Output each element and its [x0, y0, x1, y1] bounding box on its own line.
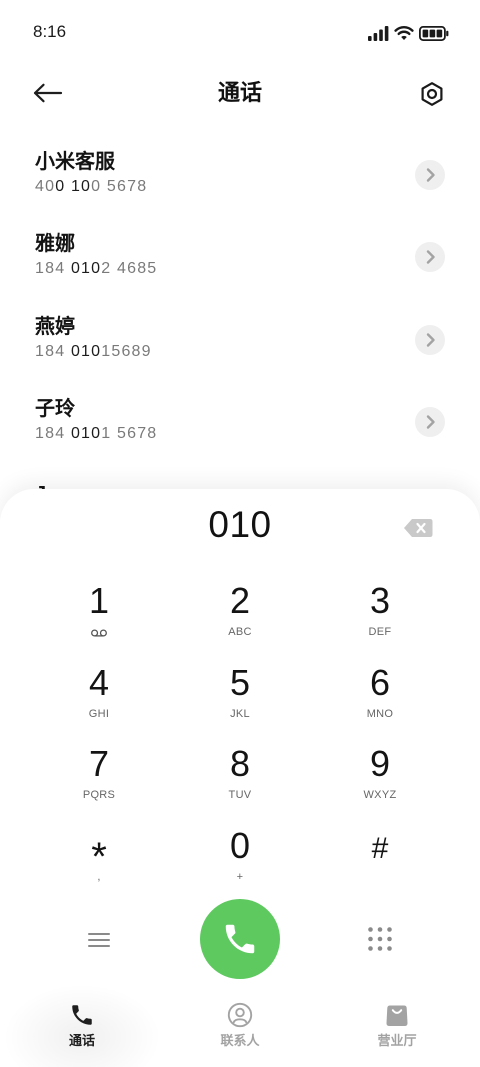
- status-time: 8:16: [33, 22, 67, 41]
- number-segment: 184: [35, 260, 71, 277]
- contact-detail-button[interactable]: [415, 407, 445, 437]
- key-letters: TUV: [228, 789, 252, 801]
- key-digit: 0: [229, 825, 251, 866]
- key-8[interactable]: 8 TUV: [175, 734, 305, 814]
- chevron-right-icon: [426, 415, 435, 429]
- back-arrow-icon: [33, 83, 63, 103]
- chevron-right-icon: [426, 333, 435, 347]
- key-9[interactable]: 9 WXYZ: [315, 734, 445, 814]
- key-digit: 7: [88, 743, 110, 784]
- key-letters: MNO: [366, 708, 394, 720]
- number-segment: 15689: [101, 343, 152, 360]
- signal-icon: [368, 26, 389, 41]
- wifi-icon: [394, 26, 414, 40]
- backspace-icon: [404, 519, 433, 537]
- call-icon: [225, 924, 255, 954]
- number-segment: 0 5678: [91, 178, 148, 195]
- key-letters: WXYZ: [363, 789, 397, 801]
- page-title: 通话: [217, 80, 262, 105]
- tab-label: 联系人: [220, 1033, 260, 1048]
- tab-label: 通话: [68, 1033, 95, 1048]
- number-segment: 010: [70, 260, 102, 277]
- number-segment: 184: [35, 343, 71, 360]
- phone-icon: [69, 1002, 95, 1028]
- key-digit: 3: [369, 580, 391, 621]
- contact-number: 184 0102 4685: [35, 259, 157, 279]
- contact-row[interactable]: 子玲 184 0101 5678: [0, 392, 480, 474]
- key-letters: +: [236, 871, 244, 883]
- key-digit: #: [371, 832, 389, 865]
- key-digit: 4: [88, 662, 110, 703]
- key-hash[interactable]: #: [315, 816, 445, 896]
- dialpad-icon: [368, 927, 392, 951]
- call-button[interactable]: [200, 899, 280, 979]
- key-letters: PQRS: [82, 789, 116, 801]
- dialer-screen: 8:16 通话 小米客服 400 100 5678 雅娜 184 0102 46…: [0, 0, 480, 1067]
- contact-number: 400 100 5678: [35, 177, 147, 197]
- contact-row[interactable]: 雅娜 184 0102 4685: [0, 227, 480, 309]
- key-letters: GHI: [88, 708, 110, 720]
- number-segment: 0 10: [55, 178, 92, 195]
- key-digit: 9: [369, 743, 391, 784]
- key-5[interactable]: 5 JKL: [175, 653, 305, 733]
- contact-detail-button[interactable]: [415, 242, 445, 272]
- chevron-right-icon: [426, 168, 435, 182]
- battery-icon: [419, 26, 449, 41]
- dial-input[interactable]: 010: [90, 503, 390, 547]
- key-letters: ,: [97, 871, 101, 883]
- key-6[interactable]: 6 MNO: [315, 653, 445, 733]
- menu-icon: [88, 933, 110, 947]
- store-bag-icon: [384, 1002, 410, 1028]
- tab-calls[interactable]: 通话: [0, 982, 164, 1067]
- contact-name: 燕婷: [35, 316, 75, 338]
- key-star[interactable]: * ,: [34, 816, 164, 896]
- contact-name: 小米客服: [35, 151, 115, 173]
- key-0[interactable]: 0 +: [175, 816, 305, 896]
- key-digit: 8: [229, 743, 251, 784]
- key-1[interactable]: 1: [34, 571, 164, 651]
- key-7[interactable]: 7 PQRS: [34, 734, 164, 814]
- key-4[interactable]: 4 GHI: [34, 653, 164, 733]
- contact-name: 雅娜: [35, 233, 75, 255]
- number-segment: 1 5678: [101, 425, 158, 442]
- number-segment: 2 4685: [101, 260, 158, 277]
- number-segment: 010: [70, 425, 102, 442]
- tab-label: 营业厅: [377, 1033, 417, 1048]
- contact-row[interactable]: 燕婷 184 01015689: [0, 310, 480, 392]
- chevron-right-icon: [426, 250, 435, 264]
- menu-button[interactable]: [80, 921, 118, 959]
- key-letters: DEF: [368, 626, 392, 638]
- back-button[interactable]: [30, 78, 68, 108]
- contact-number: 184 0101 5678: [35, 424, 157, 444]
- key-2[interactable]: 2 ABC: [175, 571, 305, 651]
- tab-store[interactable]: 营业厅: [327, 990, 467, 1067]
- voicemail-icon: [91, 629, 107, 637]
- key-digit: 5: [229, 662, 251, 703]
- key-letters: JKL: [230, 708, 250, 720]
- tab-contacts[interactable]: 联系人: [170, 990, 310, 1067]
- backspace-button[interactable]: [402, 517, 434, 539]
- bottom-nav: 通话 联系人 营业厅: [0, 982, 480, 1067]
- dialpad-toggle-button[interactable]: [361, 920, 399, 958]
- contacts-icon: [227, 1002, 253, 1028]
- key-digit: 1: [88, 580, 110, 621]
- number-segment: 010: [70, 343, 102, 360]
- number-segment: 40: [35, 178, 56, 195]
- dialpad-sheet: 010 1 2 ABC 3 DEF 4 GHI 5 JKL 6 MNO 7 PQ…: [0, 489, 480, 1067]
- settings-button[interactable]: [417, 79, 447, 109]
- contact-row[interactable]: 小米客服 400 100 5678: [0, 145, 480, 227]
- contact-detail-button[interactable]: [415, 325, 445, 355]
- key-digit: 2: [229, 580, 251, 621]
- key-3[interactable]: 3 DEF: [315, 571, 445, 651]
- contact-detail-button[interactable]: [415, 160, 445, 190]
- contact-name: 子玲: [35, 398, 75, 420]
- settings-icon: [421, 82, 443, 106]
- key-letters: ABC: [228, 626, 252, 638]
- key-digit: 6: [369, 662, 391, 703]
- number-segment: 184: [35, 425, 71, 442]
- contact-number: 184 01015689: [35, 342, 152, 362]
